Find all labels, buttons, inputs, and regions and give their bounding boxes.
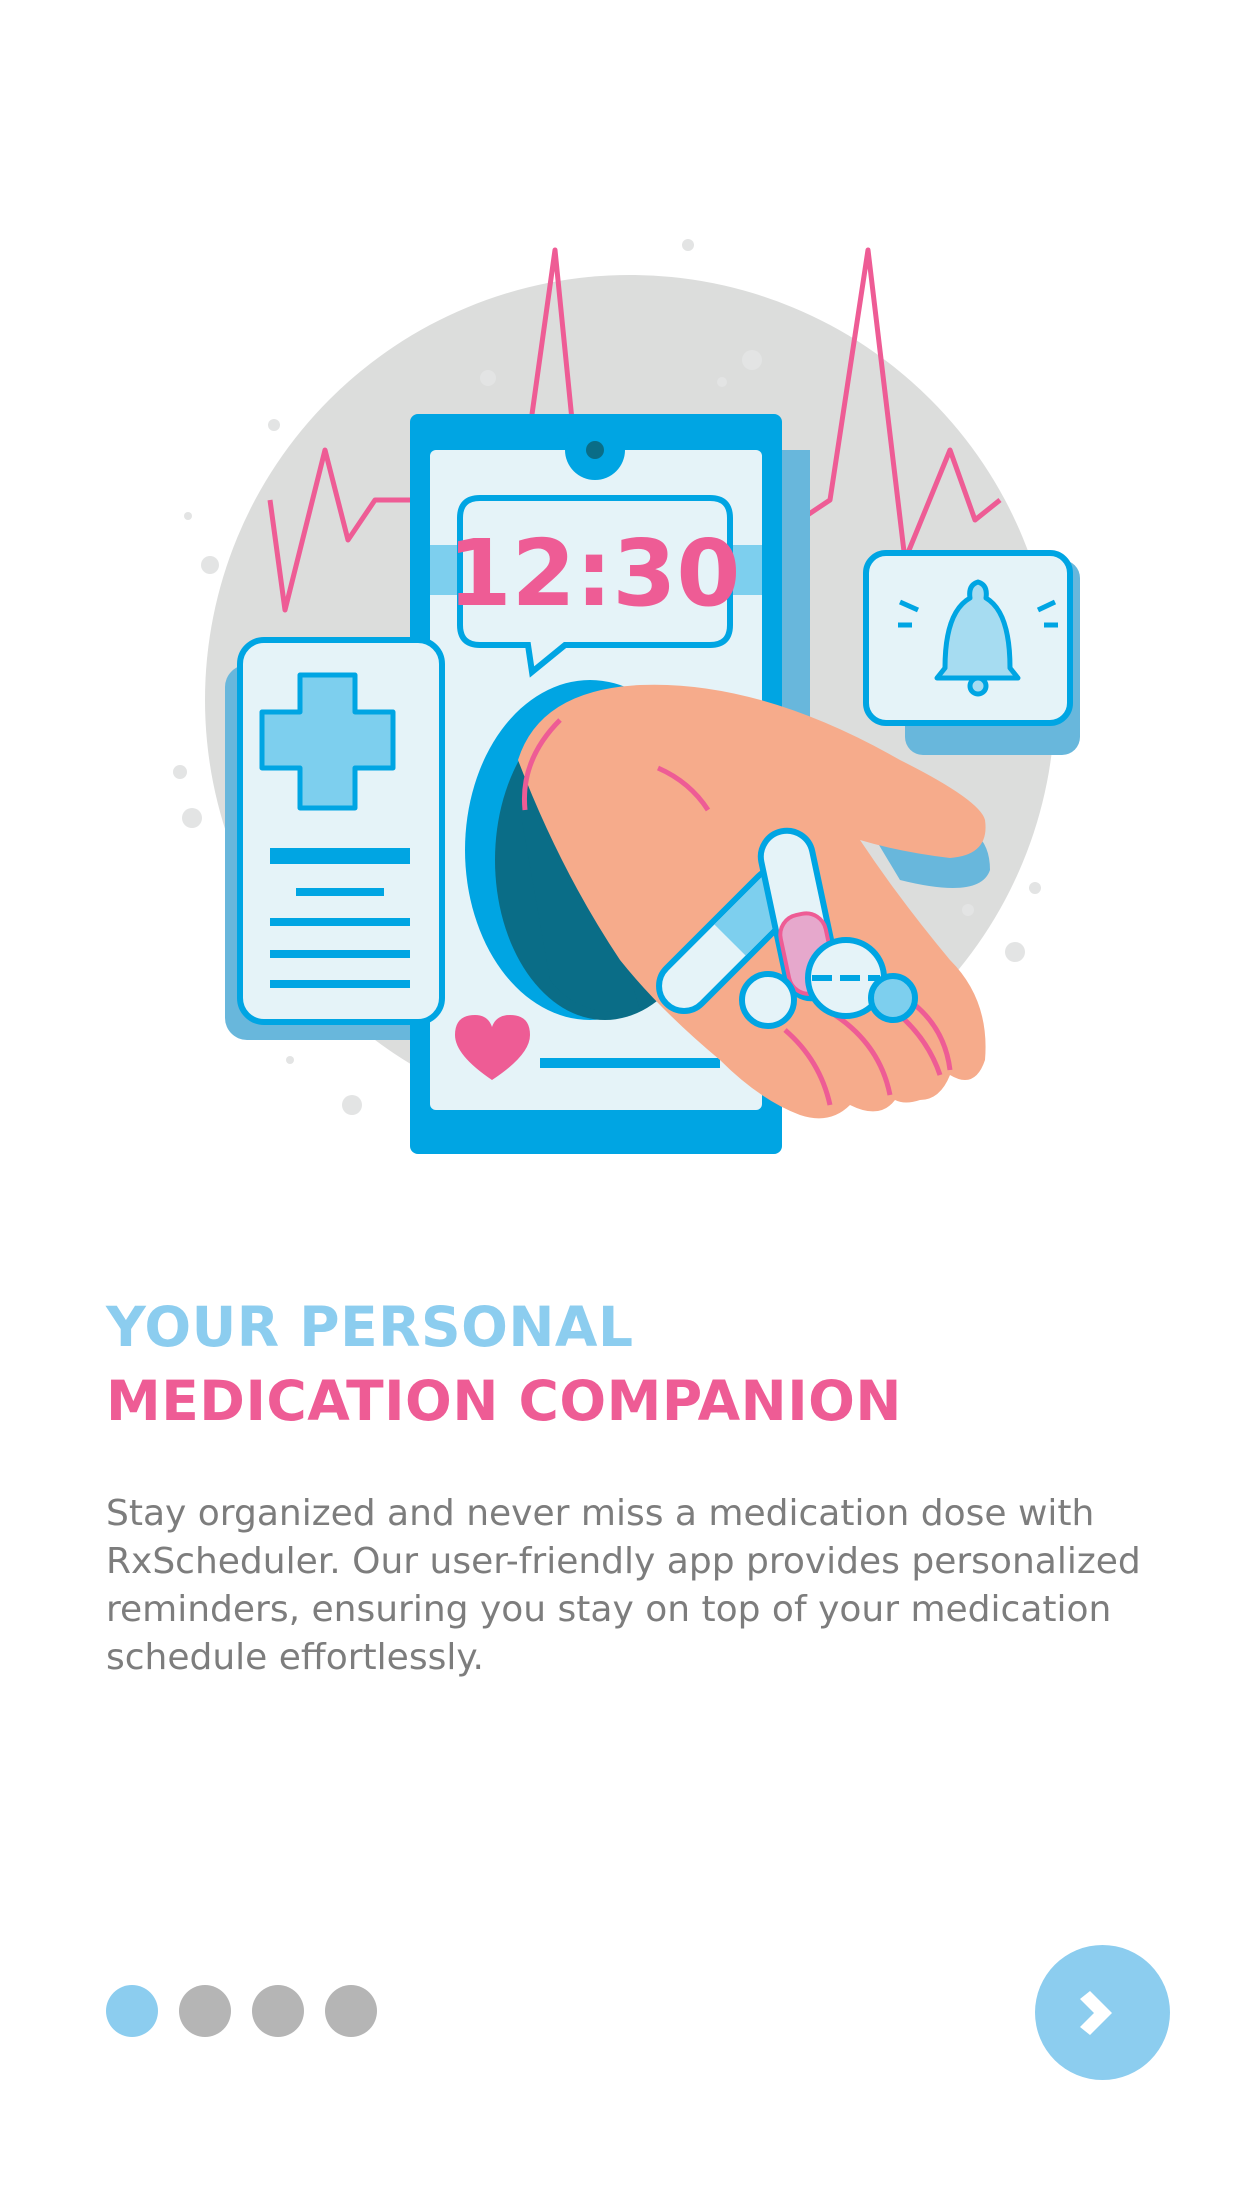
headline-line-2: MEDICATION COMPANION <box>106 1369 902 1433</box>
page-dot-1[interactable] <box>106 1985 158 2037</box>
headline-line-1: YOUR PERSONAL <box>106 1295 634 1359</box>
chevron-right-icon <box>1079 1990 1112 2035</box>
clock-time: 12:30 <box>448 520 741 627</box>
page-dot-2[interactable] <box>179 1985 231 2037</box>
onboarding-headline: YOUR PERSONAL MEDICATION COMPANION <box>106 1290 1156 1438</box>
page-dot-3[interactable] <box>252 1985 304 2037</box>
page-indicator <box>106 1985 377 2037</box>
page-dot-4[interactable] <box>325 1985 377 2037</box>
hero-illustration: 12:30 <box>173 239 1080 1154</box>
next-button[interactable] <box>1035 1945 1170 2080</box>
onboarding-description: Stay organized and never miss a medicati… <box>106 1493 1141 1678</box>
